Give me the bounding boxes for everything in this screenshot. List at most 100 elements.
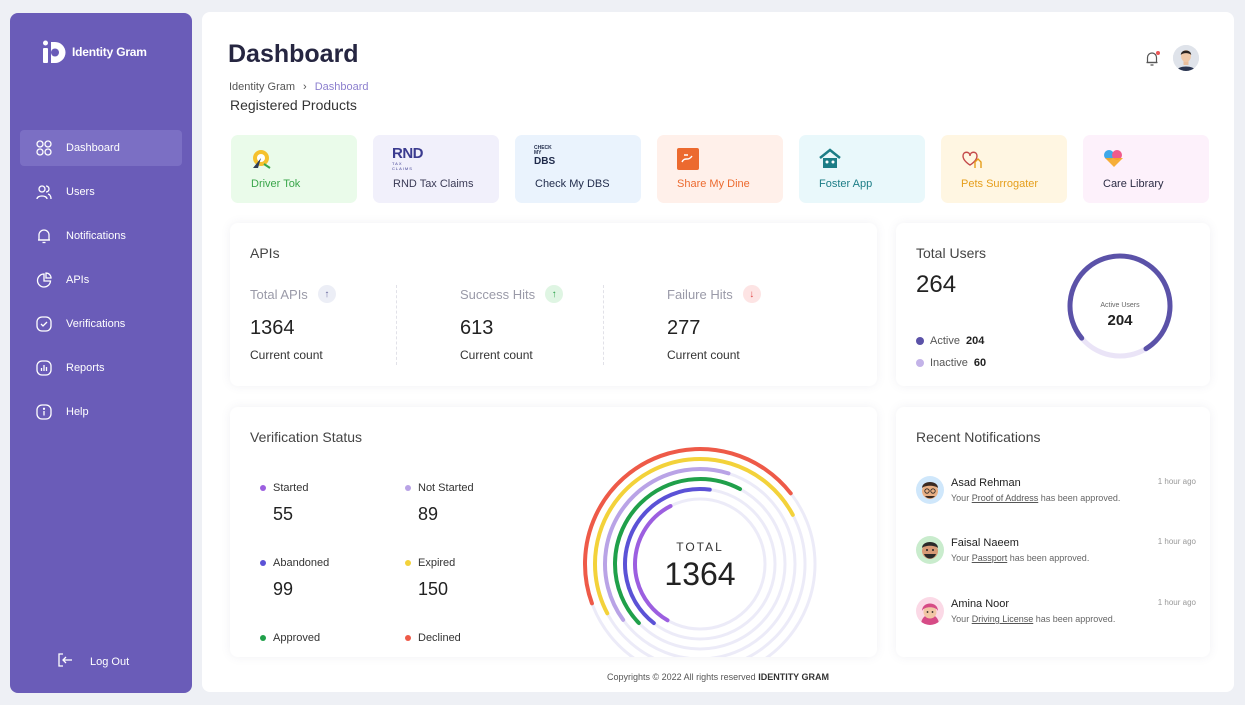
sidebar-item-help[interactable]: Help	[20, 394, 182, 430]
sidebar-item-label: Reports	[66, 362, 105, 374]
product-card-rnd-tax-claims[interactable]: RND TAX CLAIMS RND Tax Claims	[373, 135, 499, 203]
avatar	[916, 597, 944, 625]
verification-status-card: Verification Status Started 55 Not Start…	[230, 407, 877, 657]
notification-time: 1 hour ago	[1157, 477, 1196, 486]
product-card-share-my-dine[interactable]: Share My Dine	[657, 135, 783, 203]
bar-chart-icon	[35, 360, 52, 377]
dbs-logo-text: DBS	[534, 156, 556, 167]
dbs-logo-subtext: CHECK MY	[534, 145, 552, 156]
notification-time: 1 hour ago	[1157, 598, 1196, 607]
arrow-up-icon: ↑	[545, 285, 564, 303]
notification-link[interactable]: Proof of Address	[972, 493, 1039, 503]
stat-value: 1364	[250, 317, 295, 339]
stat-sub: Current count	[460, 348, 533, 362]
legend-value: 60	[973, 357, 987, 369]
total-users-title: Total Users	[916, 245, 987, 261]
status-dot	[405, 635, 411, 641]
notification-link[interactable]: Driving License	[972, 614, 1034, 624]
avatar	[916, 476, 944, 504]
status-label: Started	[273, 482, 309, 494]
legend-value: 204	[965, 335, 985, 347]
verification-title: Verification Status	[250, 429, 363, 445]
status-label: Abandoned	[273, 557, 330, 569]
legend-label: Inactive	[930, 357, 968, 369]
notification-text: Your Passport has been approved.	[951, 553, 1090, 563]
total-apis-stat: Total APIs ↑ 1364 Current count	[250, 285, 336, 362]
product-label: Pets Surrogater	[961, 178, 1039, 190]
page-title: Dashboard	[228, 40, 359, 68]
dbs-logo-icon: CHECK MY DBS	[534, 146, 560, 168]
sidebar-item-label: Verifications	[66, 318, 126, 330]
sidebar-item-users[interactable]: Users	[20, 174, 182, 210]
brand-logo[interactable]: Identity Gram	[42, 39, 147, 65]
sidebar-item-notifications[interactable]: Notifications	[20, 218, 182, 254]
total-users-card: Total Users 264 Active 204 Inactive 60 A…	[896, 223, 1210, 386]
rnd-logo-icon: RND TAX CLAIMS	[392, 146, 424, 171]
status-dot	[260, 560, 266, 566]
breadcrumb-current: Dashboard	[314, 81, 369, 93]
breadcrumb-separator-icon: ›	[303, 81, 307, 93]
sidebar-item-label: APIs	[66, 274, 90, 286]
sidebar-item-label: Help	[66, 406, 89, 418]
notification-text: Your Driving License has been approved.	[951, 614, 1116, 624]
status-label: Expired	[418, 557, 456, 569]
product-card-care-library[interactable]: Care Library	[1083, 135, 1209, 203]
notification-bell-button[interactable]	[1145, 51, 1161, 69]
total-label: TOTAL	[676, 540, 724, 554]
status-label: Not Started	[418, 482, 474, 494]
notification-text: Your Proof of Address has been approved.	[951, 493, 1121, 503]
status-approved: Approved	[260, 632, 320, 644]
notification-name: Amina Noor	[951, 598, 1010, 610]
legend-inactive: Inactive 60	[916, 357, 986, 369]
footer: Copyrights © 2022 All rights reserved ID…	[202, 672, 1234, 682]
sidebar-nav: Dashboard Users Notifications APIs Verif…	[20, 130, 182, 438]
sidebar-item-verifications[interactable]: Verifications	[20, 306, 182, 342]
notification-dot	[1156, 51, 1160, 55]
apis-card: APIs Total APIs ↑ 1364 Current count Suc…	[230, 223, 877, 386]
user-avatar[interactable]	[1173, 45, 1199, 71]
footer-brand: IDENTITY GRAM	[758, 672, 830, 682]
gauge-label: Active Users	[1100, 302, 1140, 309]
rnd-logo-subtext: TAX CLAIMS	[392, 161, 413, 171]
product-label: Check My DBS	[535, 178, 610, 190]
divider	[603, 285, 604, 365]
product-card-check-my-dbs[interactable]: CHECK MY DBS Check My DBS	[515, 135, 641, 203]
stat-sub: Current count	[667, 348, 740, 362]
sidebar-item-apis[interactable]: APIs	[20, 262, 182, 298]
sidebar-item-dashboard[interactable]: Dashboard	[20, 130, 182, 166]
product-card-driver-tok[interactable]: Driver Tok	[231, 135, 357, 203]
product-card-foster-app[interactable]: Foster App	[799, 135, 925, 203]
product-label: Driver Tok	[251, 178, 301, 190]
breadcrumb: Identity Gram › Dashboard	[229, 81, 369, 93]
rnd-logo-text: RND	[392, 145, 424, 162]
check-circle-icon	[35, 316, 52, 333]
stat-label: Failure Hits	[667, 286, 733, 302]
product-list: Driver Tok RND TAX CLAIMS RND Tax Claims…	[231, 135, 1209, 203]
product-card-pets-surrogater[interactable]: Pets Surrogater	[941, 135, 1067, 203]
info-icon	[35, 404, 52, 421]
divider	[396, 285, 397, 365]
status-dot	[405, 485, 411, 491]
status-not-started: Not Started 89	[405, 482, 474, 525]
sidebar-item-reports[interactable]: Reports	[20, 350, 182, 386]
status-value: 150	[418, 579, 449, 599]
status-dot	[260, 635, 266, 641]
pie-chart-icon	[35, 272, 52, 289]
logout-label: Log Out	[90, 655, 130, 668]
arrow-up-icon: ↑	[317, 285, 336, 303]
legend-dot	[916, 359, 924, 367]
section-title: Registered Products	[230, 97, 357, 113]
logout-button[interactable]: Log Out	[58, 653, 129, 670]
stat-sub: Current count	[250, 348, 323, 362]
stat-label: Success Hits	[460, 286, 536, 302]
avatar	[916, 536, 944, 564]
status-value: 55	[273, 504, 294, 524]
recent-notifications-card: Recent Notifications Asad Rehman Your Pr…	[896, 407, 1210, 657]
status-expired: Expired 150	[405, 557, 455, 600]
sidebar-item-label: Dashboard	[66, 142, 120, 154]
stat-label: Total APIs	[250, 286, 308, 302]
logo-icon	[42, 39, 66, 65]
breadcrumb-link[interactable]: Identity Gram	[229, 81, 295, 93]
notification-link[interactable]: Passport	[972, 553, 1008, 563]
driver-tok-logo-icon	[250, 148, 276, 170]
